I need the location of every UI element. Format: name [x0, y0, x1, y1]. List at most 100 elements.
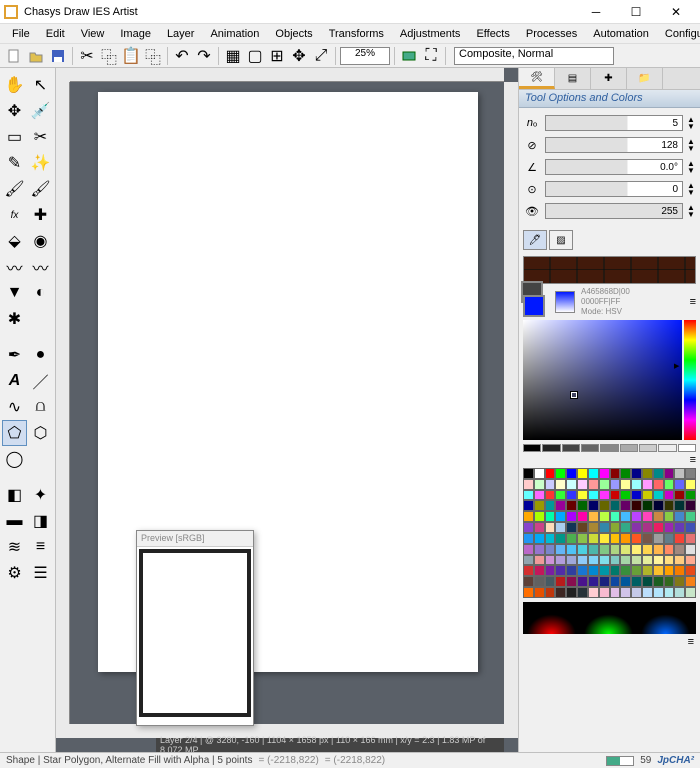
- palette-swatch[interactable]: [674, 544, 685, 555]
- palette-swatch[interactable]: [610, 468, 621, 479]
- texture-preview[interactable]: [523, 256, 696, 284]
- palette-swatch[interactable]: [653, 479, 664, 490]
- palette-swatch[interactable]: [674, 533, 685, 544]
- palette-swatch[interactable]: [545, 479, 556, 490]
- levels-tool[interactable]: ☰: [28, 560, 53, 586]
- histogram-menu-icon[interactable]: ≡: [688, 636, 694, 648]
- dodge-tool[interactable]: ◐: [28, 280, 53, 306]
- scrollbar-vertical[interactable]: [504, 82, 518, 724]
- brush-tool[interactable]: 🖌: [2, 176, 27, 202]
- palette-swatch[interactable]: [555, 533, 566, 544]
- menu-edit[interactable]: Edit: [38, 26, 73, 42]
- sv-field[interactable]: [523, 320, 682, 440]
- palette-swatch[interactable]: [534, 544, 545, 555]
- palette-swatch[interactable]: [674, 587, 685, 598]
- palette-swatch[interactable]: [620, 490, 631, 501]
- palette-swatch[interactable]: [620, 479, 631, 490]
- palette-swatch[interactable]: [642, 522, 653, 533]
- palette-swatch[interactable]: [610, 587, 621, 598]
- palette-swatch[interactable]: [588, 490, 599, 501]
- undo-button[interactable]: ↶: [172, 46, 192, 66]
- palette-swatch[interactable]: [610, 511, 621, 522]
- adjust-tool[interactable]: ⚙: [2, 560, 27, 586]
- pointer-tool[interactable]: ↖: [28, 72, 53, 98]
- color-menu-icon[interactable]: ≡: [690, 296, 696, 308]
- palette-swatch[interactable]: [664, 565, 675, 576]
- palette-swatch[interactable]: [642, 555, 653, 566]
- fx-tool[interactable]: fx: [2, 202, 27, 228]
- path-tool[interactable]: ⬡: [28, 420, 53, 446]
- hue-slider[interactable]: [684, 320, 696, 440]
- fit-button[interactable]: [399, 46, 419, 66]
- palette-swatch[interactable]: [631, 500, 642, 511]
- palette-swatch[interactable]: [555, 479, 566, 490]
- palette-swatch[interactable]: [631, 565, 642, 576]
- palette-swatch[interactable]: [610, 479, 621, 490]
- palette-swatch[interactable]: [610, 522, 621, 533]
- palette-swatch[interactable]: [610, 490, 621, 501]
- palette-swatch[interactable]: [631, 544, 642, 555]
- palette-swatch[interactable]: [642, 533, 653, 544]
- redo-button[interactable]: ↷: [194, 46, 214, 66]
- palette-swatch[interactable]: [534, 555, 545, 566]
- palette-swatch[interactable]: [534, 533, 545, 544]
- palette-swatch[interactable]: [577, 522, 588, 533]
- palette-swatch[interactable]: [664, 576, 675, 587]
- palette-swatch[interactable]: [631, 479, 642, 490]
- menu-view[interactable]: View: [73, 26, 113, 42]
- palette-swatch[interactable]: [566, 500, 577, 511]
- palette-swatch[interactable]: [555, 468, 566, 479]
- palette-swatch[interactable]: [566, 576, 577, 587]
- spray-tool[interactable]: ✱: [2, 306, 27, 332]
- palette-swatch[interactable]: [545, 555, 556, 566]
- palette-swatch[interactable]: [566, 555, 577, 566]
- maximize-button[interactable]: ☐: [616, 1, 656, 23]
- palette-swatch[interactable]: [664, 587, 675, 598]
- palette-swatch[interactable]: [664, 544, 675, 555]
- offset-spinner[interactable]: ▲▼: [687, 182, 697, 196]
- wand-tool[interactable]: ✨: [28, 150, 53, 176]
- palette-swatch[interactable]: [664, 479, 675, 490]
- palette-swatch[interactable]: [653, 522, 664, 533]
- palette-swatch[interactable]: [674, 468, 685, 479]
- palette-swatch[interactable]: [620, 511, 631, 522]
- palette-swatch[interactable]: [642, 576, 653, 587]
- palette-swatch[interactable]: [577, 576, 588, 587]
- palette-swatch[interactable]: [523, 555, 534, 566]
- palette-swatch[interactable]: [685, 587, 696, 598]
- palette-swatch[interactable]: [664, 522, 675, 533]
- palette-swatch[interactable]: [523, 468, 534, 479]
- palette-swatch[interactable]: [588, 500, 599, 511]
- palette-swatch[interactable]: [545, 522, 556, 533]
- palette-swatch[interactable]: [610, 544, 621, 555]
- palette-swatch[interactable]: [534, 587, 545, 598]
- palette-swatch[interactable]: [534, 468, 545, 479]
- hand-tool[interactable]: ✋: [2, 72, 27, 98]
- stamp-tool[interactable]: ⬙: [2, 228, 27, 254]
- palette-swatch[interactable]: [642, 500, 653, 511]
- cut-button[interactable]: ✂: [77, 46, 97, 66]
- ellipse-tool[interactable]: ◯: [2, 446, 27, 472]
- brush2-tool[interactable]: 🖌: [28, 176, 53, 202]
- palette-swatch[interactable]: [534, 500, 545, 511]
- palette-swatch[interactable]: [620, 544, 631, 555]
- palette-swatch[interactable]: [588, 565, 599, 576]
- palette-swatch[interactable]: [577, 555, 588, 566]
- palette-swatch[interactable]: [631, 576, 642, 587]
- palette-swatch[interactable]: [545, 490, 556, 501]
- palette-swatch[interactable]: [610, 533, 621, 544]
- palette-swatch[interactable]: [664, 500, 675, 511]
- palette-swatch[interactable]: [631, 533, 642, 544]
- palette-swatch[interactable]: [599, 511, 610, 522]
- preview-thumbnail[interactable]: [139, 549, 251, 717]
- palette-swatch[interactable]: [545, 533, 556, 544]
- palette-swatch[interactable]: [555, 522, 566, 533]
- gray-swatch[interactable]: [523, 444, 541, 452]
- palette-swatch[interactable]: [631, 587, 642, 598]
- palette-swatch[interactable]: [577, 490, 588, 501]
- gray-swatch[interactable]: [639, 444, 657, 452]
- minimize-button[interactable]: ─: [576, 1, 616, 23]
- palette-menu-icon[interactable]: ≡: [690, 454, 696, 466]
- palette-swatch[interactable]: [642, 479, 653, 490]
- palette-swatch[interactable]: [685, 565, 696, 576]
